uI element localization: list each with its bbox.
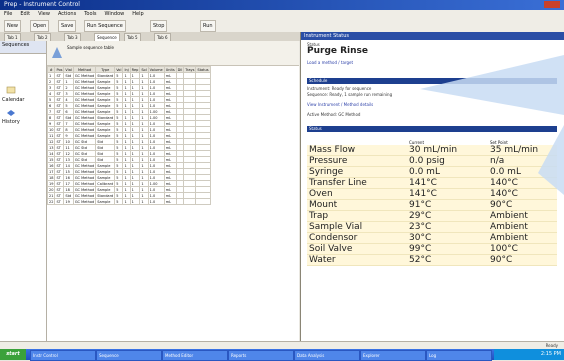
table-cell — [183, 198, 197, 205]
table-cell[interactable]: GC Method — [72, 198, 97, 205]
table-cell[interactable]: 1.0 — [147, 198, 165, 205]
status-text: Ready — [545, 343, 558, 348]
status-name: Sample Vial — [307, 221, 407, 233]
status-name: Water — [307, 254, 407, 266]
open-button[interactable]: Open — [30, 20, 50, 32]
table-row[interactable]: 22 ST 19 GC Method Sample 5 1 1 1 1.0 mL — [46, 198, 211, 205]
status-current: 23°C — [407, 221, 488, 233]
table-cell: 22 — [46, 198, 56, 205]
calendar-icon[interactable] — [6, 86, 16, 94]
table-cell[interactable]: Sample — [95, 198, 116, 205]
table-cell[interactable]: mL — [163, 198, 177, 205]
status-current: 52°C — [407, 254, 488, 266]
taskbar-item[interactable]: Method Editor — [162, 350, 228, 361]
sequence-table: # Pos Vial Method Type Vol Inj Rep Sol Volume Unit… — [46, 66, 211, 205]
sidebar-item-calendar[interactable]: Calendar — [2, 97, 24, 103]
save-button[interactable]: Save — [58, 20, 77, 32]
table-cell[interactable]: 1 — [139, 198, 149, 205]
status-setpoint: Ambient — [488, 210, 557, 222]
clock: 2:15 PM — [540, 351, 561, 357]
panel-title: Purge Rinse — [307, 46, 369, 56]
table-cell[interactable]: ST — [54, 198, 65, 205]
menu-item-tools[interactable]: Tools — [80, 10, 100, 18]
status-name: Syringe — [307, 166, 407, 178]
callout-arrow-bottom — [538, 125, 564, 195]
status-name: Soil Valve — [307, 243, 407, 255]
status-name: Trap — [307, 210, 407, 222]
run-sequence-button[interactable]: Run Sequence — [84, 20, 126, 32]
menu-item-window[interactable]: Window — [101, 10, 129, 18]
panel-titlebar: Instrument Status — [301, 32, 564, 40]
sidebar-item-history[interactable]: History — [2, 119, 20, 125]
status-row: Soil Valve 99°C 100°C — [307, 243, 557, 255]
callout-arrows — [420, 55, 564, 195]
panel-line: Instrument: Ready for sequence — [307, 86, 372, 91]
info-icon — [52, 47, 62, 58]
sidebar-item-label: Calendar — [2, 97, 25, 103]
sidebar-header: Sequences — [0, 41, 46, 54]
status-row: Sample Vial 23°C Ambient — [307, 221, 557, 233]
sidebar-item-label: History — [2, 119, 20, 125]
run-button[interactable]: Run — [200, 20, 216, 32]
menu-item-help[interactable]: Help — [128, 10, 147, 18]
status-name: Condensor — [307, 232, 407, 244]
stop-button[interactable]: Stop — [150, 20, 168, 32]
menu-item-view[interactable]: View — [34, 10, 54, 18]
window-titlebar: Prep - Instrument Control — [0, 0, 564, 10]
notice-text: Sample sequence table — [67, 45, 114, 50]
new-button[interactable]: New — [4, 20, 21, 32]
taskbar: start 2:15 PM Instr Control Sequence Metho… — [0, 349, 564, 361]
status-name: Oven — [307, 188, 407, 200]
toolbar: New Open Save Run Sequence Stop Run — [0, 18, 564, 33]
start-button[interactable]: start — [0, 349, 26, 360]
status-name: Mass Flow — [307, 145, 407, 156]
status-setpoint: 100°C — [488, 243, 557, 255]
taskbar-item[interactable]: Sequence — [96, 350, 162, 361]
history-icon[interactable] — [6, 109, 16, 117]
status-name: Mount — [307, 199, 407, 211]
menu-item-actions[interactable]: Actions — [54, 10, 80, 18]
status-row: Water 52°C 90°C — [307, 254, 557, 266]
menu-item-edit[interactable]: Edit — [16, 10, 34, 18]
taskbar-item[interactable]: Explorer — [360, 350, 426, 361]
status-current: 30°C — [407, 232, 488, 244]
active-method-line: Active Method: GC Method — [307, 112, 361, 117]
panel-line: Sequence: Ready, 1 sample run remaining — [307, 92, 393, 97]
taskbar-item[interactable]: Instr Control — [30, 350, 96, 361]
table-cell — [175, 198, 185, 205]
sidebar: Sequences Calendar History — [0, 41, 47, 341]
status-setpoint: Ambient — [488, 232, 557, 244]
system-tray: 2:15 PM — [494, 349, 564, 360]
tab-row: Tab 1 Tab 2 Tab 3 Sequence Tab 5 Tab 6 — [0, 32, 300, 42]
close-icon[interactable] — [544, 1, 560, 8]
status-name: Pressure — [307, 155, 407, 167]
table-cell — [195, 198, 211, 205]
status-row: Condensor 30°C Ambient — [307, 232, 557, 244]
window-title: Prep - Instrument Control — [4, 1, 80, 8]
status-row: Trap 29°C Ambient — [307, 210, 557, 222]
callout-arrow-top — [420, 55, 564, 115]
sequence-pane: Sample sequence table # Pos Vial Method Type… — [46, 41, 299, 341]
sequence-notice: Sample sequence table — [47, 41, 299, 66]
status-current: 99°C — [407, 243, 488, 255]
status-current: 29°C — [407, 210, 488, 222]
status-setpoint: 90°C — [488, 254, 557, 266]
load-method-link[interactable]: Load a method / target — [307, 60, 353, 65]
instrument-details-link[interactable]: View Instrument / Method details — [307, 102, 373, 107]
table-cell[interactable]: 5 — [114, 198, 124, 205]
table-cell[interactable]: 1 — [122, 198, 131, 205]
menu-item-file[interactable]: File — [0, 10, 16, 18]
table-cell[interactable]: 1 — [129, 198, 141, 205]
status-setpoint: Ambient — [488, 221, 557, 233]
status-name: Transfer Line — [307, 177, 407, 189]
taskbar-item[interactable]: Log — [426, 350, 492, 361]
taskbar-item[interactable]: Data Analysis — [294, 350, 360, 361]
taskbar-item[interactable]: Reports — [228, 350, 294, 361]
table-cell[interactable]: 19 — [63, 198, 74, 205]
